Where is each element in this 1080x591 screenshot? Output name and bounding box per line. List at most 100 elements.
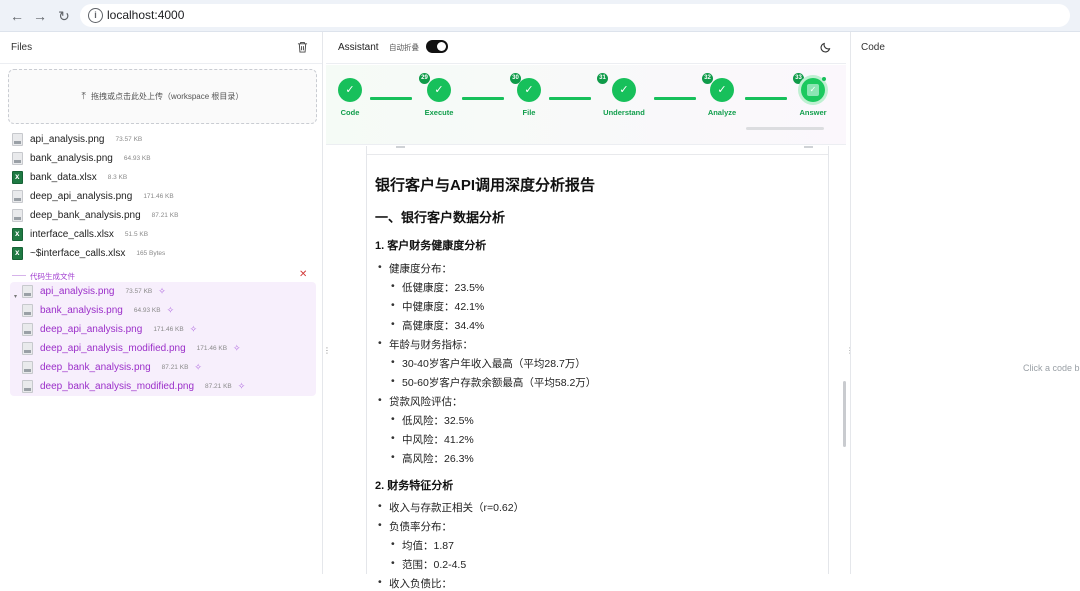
step-answer[interactable]: ✓	[801, 78, 825, 102]
code-header: Code	[851, 32, 1080, 64]
list-item: 均值：1.87	[391, 538, 454, 553]
file-item[interactable]: bank_data.xlsx 8.3 KB	[12, 168, 127, 187]
list-item: 贷款风险评估：	[378, 394, 462, 409]
file-name: deep_bank_analysis.png	[40, 362, 151, 373]
sparkle-icon: ✧	[158, 286, 166, 296]
image-file-icon	[12, 152, 23, 165]
file-item[interactable]: bank_analysis.png 64.93 KB	[12, 149, 151, 168]
assistant-panel: Assistant 自动折叠 ✓ Code 29 ✓ Execute 30 ✓ …	[326, 32, 846, 590]
file-name: deep_bank_analysis_modified.png	[40, 381, 195, 392]
forward-icon[interactable]: →	[31, 7, 49, 25]
file-size: 51.5 KB	[124, 231, 149, 238]
reload-icon[interactable]: ↻	[55, 7, 73, 25]
sparkle-icon: ✧	[166, 305, 175, 315]
excel-file-icon	[12, 171, 23, 184]
address-bar[interactable]: i localhost:4000	[80, 4, 1070, 27]
file-name: api_analysis.png	[30, 134, 105, 145]
step-analyze[interactable]: ✓	[710, 78, 734, 102]
file-size: 171.46 KB	[153, 326, 184, 333]
generated-file-item[interactable]: deep_bank_analysis.png 87.21 KB ✧	[22, 358, 202, 377]
section-heading: 一、银行客户数据分析	[375, 210, 506, 225]
list-item: 低风险：32.5%	[391, 413, 474, 428]
step-understand[interactable]: ✓	[612, 78, 636, 102]
file-name: api_analysis.png	[40, 286, 115, 297]
chevron-down-icon[interactable]: ▾	[14, 293, 17, 300]
step-label: Understand	[603, 108, 645, 117]
check-icon: ✓	[807, 84, 819, 96]
file-size: 87.21 KB	[205, 383, 232, 390]
generated-file-item[interactable]: api_analysis.png 73.57 KB ✧	[22, 282, 166, 301]
file-item[interactable]: ~$interface_calls.xlsx 165 Bytes	[12, 244, 165, 263]
back-icon[interactable]: ←	[8, 7, 26, 25]
image-file-icon	[12, 209, 23, 222]
sparkle-icon: ✧	[237, 381, 246, 391]
list-item: 收入与存款正相关（r=0.62）	[378, 500, 524, 515]
auto-fold-label: 自动折叠	[389, 43, 419, 52]
files-title: Files	[11, 42, 33, 53]
subsection-heading: 2. 财务特征分析	[375, 480, 454, 492]
card-marker	[804, 146, 813, 148]
card-marker	[396, 146, 405, 148]
sparkle-icon: ✧	[233, 343, 241, 353]
step-label: Analyze	[707, 108, 737, 117]
assistant-title: Assistant	[338, 42, 379, 53]
upload-icon: ⤒	[81, 91, 86, 102]
file-name: deep_bank_analysis.png	[30, 210, 141, 221]
file-item[interactable]: api_analysis.png 73.57 KB	[12, 130, 142, 149]
sparkle-icon: ✧	[189, 324, 198, 334]
file-item[interactable]: deep_api_analysis.png 171.46 KB	[12, 187, 174, 206]
list-item: 低健康度：23.5%	[391, 280, 484, 295]
generated-file-item[interactable]: bank_analysis.png 64.93 KB ✧	[22, 301, 174, 320]
auto-fold-toggle[interactable]	[426, 40, 448, 53]
subsection-heading: 1. 客户财务健康度分析	[375, 240, 487, 252]
image-file-icon	[22, 361, 33, 374]
list-item: 年龄与财务指标：	[378, 337, 473, 352]
image-file-icon	[12, 133, 23, 146]
browser-toolbar: ← → ↻ i localhost:4000	[0, 0, 1080, 32]
close-icon[interactable]: ✕	[299, 269, 307, 280]
step-label: Execute	[424, 108, 454, 117]
step-file[interactable]: ✓	[517, 78, 541, 102]
sparkle-icon: ✧	[194, 362, 202, 372]
file-size: 171.46 KB	[196, 345, 228, 352]
assistant-header: Assistant 自动折叠	[326, 32, 846, 64]
step-label: File	[522, 108, 536, 117]
trash-icon[interactable]	[297, 41, 308, 53]
info-icon[interactable]: i	[88, 8, 103, 23]
step-code[interactable]: ✓	[338, 78, 362, 102]
file-name: bank_analysis.png	[40, 305, 123, 316]
files-panel: Files ⤒ 拖拽或点击此处上传（workspace 根目录） api_anal…	[0, 32, 323, 574]
list-item: 中风险：41.2%	[391, 432, 474, 447]
excel-file-icon	[12, 228, 23, 241]
card-header	[367, 146, 828, 155]
upload-dropzone[interactable]: ⤒ 拖拽或点击此处上传（workspace 根目录）	[8, 69, 317, 124]
file-name: deep_api_analysis_modified.png	[40, 343, 186, 354]
excel-file-icon	[12, 247, 23, 260]
moon-icon[interactable]	[820, 41, 832, 53]
file-size: 73.57 KB	[115, 136, 143, 143]
file-size: 73.57 KB	[125, 288, 153, 295]
file-item[interactable]: deep_bank_analysis.png 87.21 KB	[12, 206, 178, 225]
report-scrollbar[interactable]	[843, 381, 846, 447]
file-item[interactable]: interface_calls.xlsx 51.5 KB	[12, 225, 148, 244]
upload-text: 拖拽或点击此处上传（workspace 根目录）	[90, 92, 244, 101]
files-header: Files	[0, 32, 322, 64]
image-file-icon	[22, 304, 33, 317]
stepper-scrollbar[interactable]	[746, 127, 824, 130]
file-name: bank_data.xlsx	[30, 172, 97, 183]
step-connector	[549, 97, 591, 100]
file-size: 171.46 KB	[143, 193, 174, 200]
code-panel: Code Click a code b	[850, 32, 1080, 574]
step-label: Code	[340, 108, 360, 117]
step-execute[interactable]: ✓	[427, 78, 451, 102]
generated-file-item[interactable]: deep_api_analysis_modified.png 171.46 KB…	[22, 339, 241, 358]
url-text[interactable]: localhost:4000	[107, 8, 184, 22]
list-item: 高风险：26.3%	[391, 451, 474, 466]
step-label: Answer	[799, 108, 827, 117]
list-item: 范围：0.2-4.5	[391, 557, 466, 572]
generated-file-item[interactable]: deep_bank_analysis_modified.png 87.21 KB…	[22, 377, 245, 396]
active-indicator	[822, 77, 826, 81]
generated-file-item[interactable]: deep_api_analysis.png 171.46 KB ✧	[22, 320, 197, 339]
list-item: 健康度分布：	[378, 261, 452, 276]
list-item: 30-40岁客户年收入最高（平均28.7万）	[391, 356, 586, 371]
